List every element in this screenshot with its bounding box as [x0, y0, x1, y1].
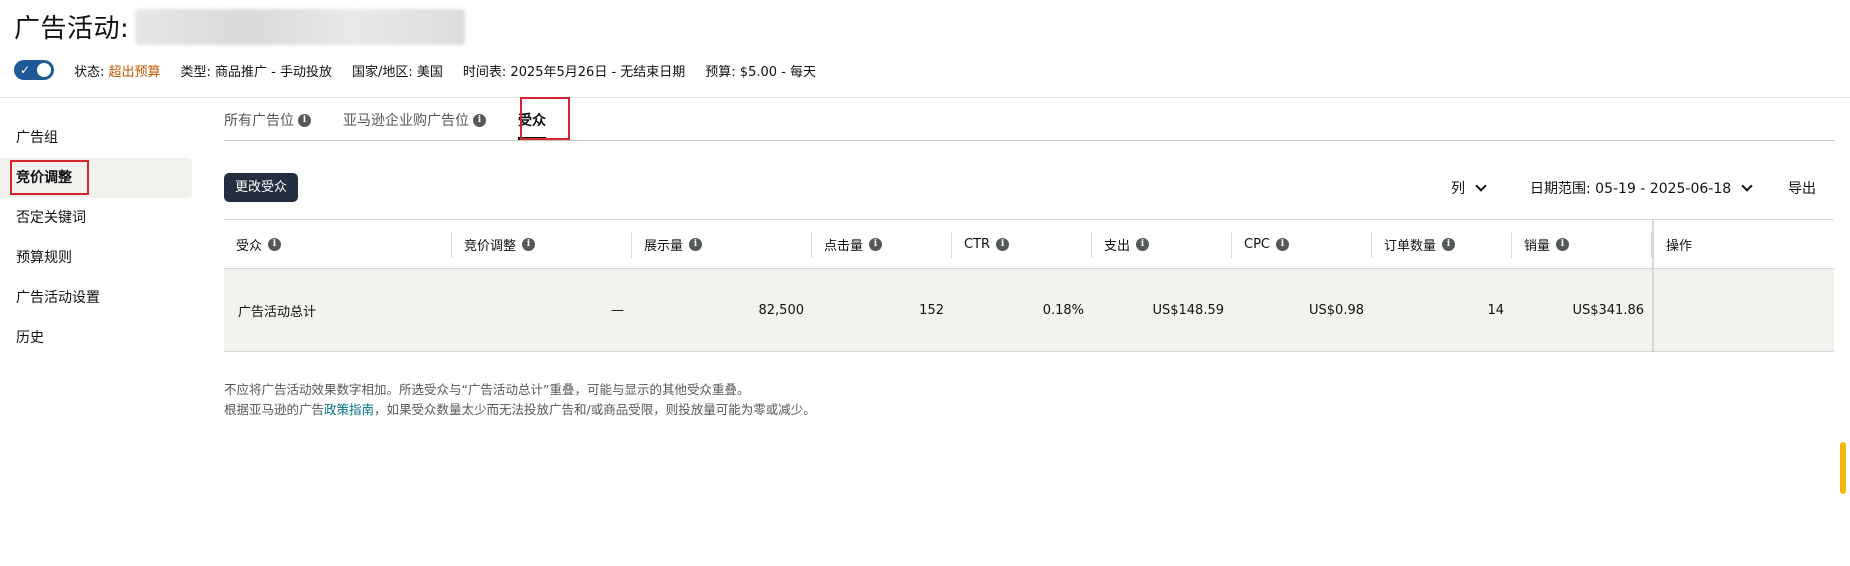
info-icon[interactable]: i: [522, 238, 536, 251]
policy-guide-link[interactable]: 政策指南: [324, 402, 374, 417]
column-header-ctr[interactable]: CTR i: [952, 220, 1092, 269]
info-icon[interactable]: i: [869, 238, 883, 251]
tab-label: 所有广告位: [224, 113, 294, 129]
footnote-text: 根据亚马逊的广告: [224, 402, 325, 417]
column-header-label: 销量: [1524, 239, 1551, 254]
cell-spend: US$148.59: [1152, 303, 1224, 318]
date-range-label: 日期范围: 05-19 - 2025-06-18: [1530, 181, 1732, 197]
column-header-actions: 操作: [1652, 220, 1834, 269]
column-header-bid-adjustment[interactable]: 竞价调整 i: [452, 220, 632, 269]
columns-label: 列: [1451, 181, 1465, 197]
sidebar-item-ad-groups[interactable]: 广告组: [0, 118, 192, 158]
campaign-status-toggle[interactable]: ✓: [14, 60, 54, 80]
table-header-row: 受众 i 竞价调整 i 展示量 i 点击量 i CTR i 支出 i CPC i 订单数量 i …: [224, 219, 1834, 269]
cell-sales: US$341.86: [1572, 303, 1644, 318]
cell-orders: 14: [1487, 303, 1504, 318]
header-divider: [0, 97, 1850, 98]
column-header-label: 支出: [1104, 239, 1131, 254]
info-icon[interactable]: i: [473, 113, 486, 127]
columns-dropdown[interactable]: 列: [1451, 178, 1487, 198]
sidebar-item-history[interactable]: 历史: [0, 318, 192, 358]
column-header-audience[interactable]: 受众 i: [224, 220, 452, 269]
column-header-orders[interactable]: 订单数量 i: [1372, 220, 1512, 269]
cell-actions: [1652, 269, 1834, 352]
column-header-label: 竞价调整: [464, 239, 517, 254]
campaign-name-redacted: [135, 8, 466, 45]
page-header: 广告活动:: [14, 8, 466, 45]
table-toolbar: 列 日期范围: 05-19 - 2025-06-18 导出: [0, 178, 1850, 198]
column-header-label: 点击量: [824, 239, 864, 254]
cell-audience: 广告活动总计: [238, 305, 317, 320]
footnote-line-1: 不应将广告活动效果数字相加。所选受众与“广告活动总计”重叠，可能与显示的其他受众…: [224, 382, 750, 397]
type-meta: 类型: 商品推广 - 手动投放: [180, 64, 332, 80]
column-header-cpc[interactable]: CPC i: [1232, 220, 1372, 269]
country-meta: 国家/地区: 美国: [352, 64, 443, 80]
cell-impressions: 82,500: [758, 303, 805, 318]
sidebar-item-budget-rules[interactable]: 预算规则: [0, 238, 192, 278]
sidebar-item-campaign-settings[interactable]: 广告活动设置: [0, 278, 192, 318]
column-header-sales[interactable]: 销量 i: [1512, 220, 1652, 269]
info-icon[interactable]: i: [268, 238, 282, 251]
tab-amazon-business-placements[interactable]: 亚马逊企业购广告位 i: [343, 100, 486, 140]
check-icon: ✓: [20, 63, 31, 77]
budget-meta: 预算: $5.00 - 每天: [705, 64, 816, 80]
info-icon[interactable]: i: [996, 238, 1010, 251]
footnote: 不应将广告活动效果数字相加。所选受众与“广告活动总计”重叠，可能与显示的其他受众…: [224, 380, 816, 420]
campaign-meta-bar: ✓ 状态: 超出预算 类型: 商品推广 - 手动投放 国家/地区: 美国 时间表…: [14, 60, 836, 80]
column-header-label: 展示量: [644, 239, 684, 254]
highlight-box: [520, 97, 570, 140]
tabs-divider: [224, 140, 1834, 141]
schedule-meta: 时间表: 2025年5月26日 - 无结束日期: [462, 64, 686, 80]
date-range-dropdown[interactable]: 日期范围: 05-19 - 2025-06-18: [1530, 178, 1753, 198]
export-button[interactable]: 导出: [1788, 178, 1816, 198]
tab-label: 亚马逊企业购广告位: [343, 113, 469, 129]
column-header-spend[interactable]: 支出 i: [1092, 220, 1232, 269]
cell-bid-adjustment: —: [611, 303, 624, 318]
column-header-label: CPC: [1244, 237, 1270, 252]
column-header-impressions[interactable]: 展示量 i: [632, 220, 812, 269]
audience-table: 受众 i 竞价调整 i 展示量 i 点击量 i CTR i 支出 i CPC i 订单数量 i …: [224, 219, 1834, 352]
column-header-label: 受众: [236, 239, 263, 254]
column-header-clicks[interactable]: 点击量 i: [812, 220, 952, 269]
info-icon[interactable]: i: [1556, 238, 1570, 251]
table-row-campaign-total: 广告活动总计 — 82,500 152 0.18% US$148.59 US$0…: [224, 269, 1834, 352]
info-icon[interactable]: i: [1442, 238, 1456, 251]
info-icon[interactable]: i: [1276, 238, 1289, 251]
column-header-label: 操作: [1666, 239, 1693, 254]
footnote-line-2: 根据亚马逊的广告政策指南，如果受众数量太少而无法投放广告和/或商品受限，则投放量…: [224, 400, 816, 420]
cell-clicks: 152: [919, 303, 944, 318]
status-meta: 状态: 超出预算: [74, 61, 161, 80]
sidebar-nav: 广告组 竞价调整 否定关键词 预算规则 广告活动设置 历史: [0, 118, 192, 358]
chevron-down-icon: [1475, 179, 1487, 192]
page-title: 广告活动:: [14, 14, 130, 44]
info-icon[interactable]: i: [689, 238, 703, 251]
chevron-down-icon: [1741, 179, 1753, 192]
scrollbar-thumb[interactable]: [1840, 442, 1846, 494]
toggle-knob: [37, 63, 51, 77]
cell-cpc: US$0.98: [1309, 303, 1364, 318]
tab-all-placements[interactable]: 所有广告位 i: [224, 100, 311, 140]
info-icon[interactable]: i: [298, 113, 311, 127]
status-label: 状态:: [74, 64, 109, 80]
info-icon[interactable]: i: [1136, 238, 1150, 251]
column-header-label: 订单数量: [1384, 239, 1437, 254]
column-header-label: CTR: [964, 237, 991, 252]
sidebar-item-negative-keywords[interactable]: 否定关键词: [0, 198, 192, 238]
status-value: 超出预算: [108, 64, 161, 80]
footnote-text: ，如果受众数量太少而无法投放广告和/或商品受限，则投放量可能为零或减少。: [374, 402, 816, 417]
cell-ctr: 0.18%: [1042, 303, 1084, 318]
